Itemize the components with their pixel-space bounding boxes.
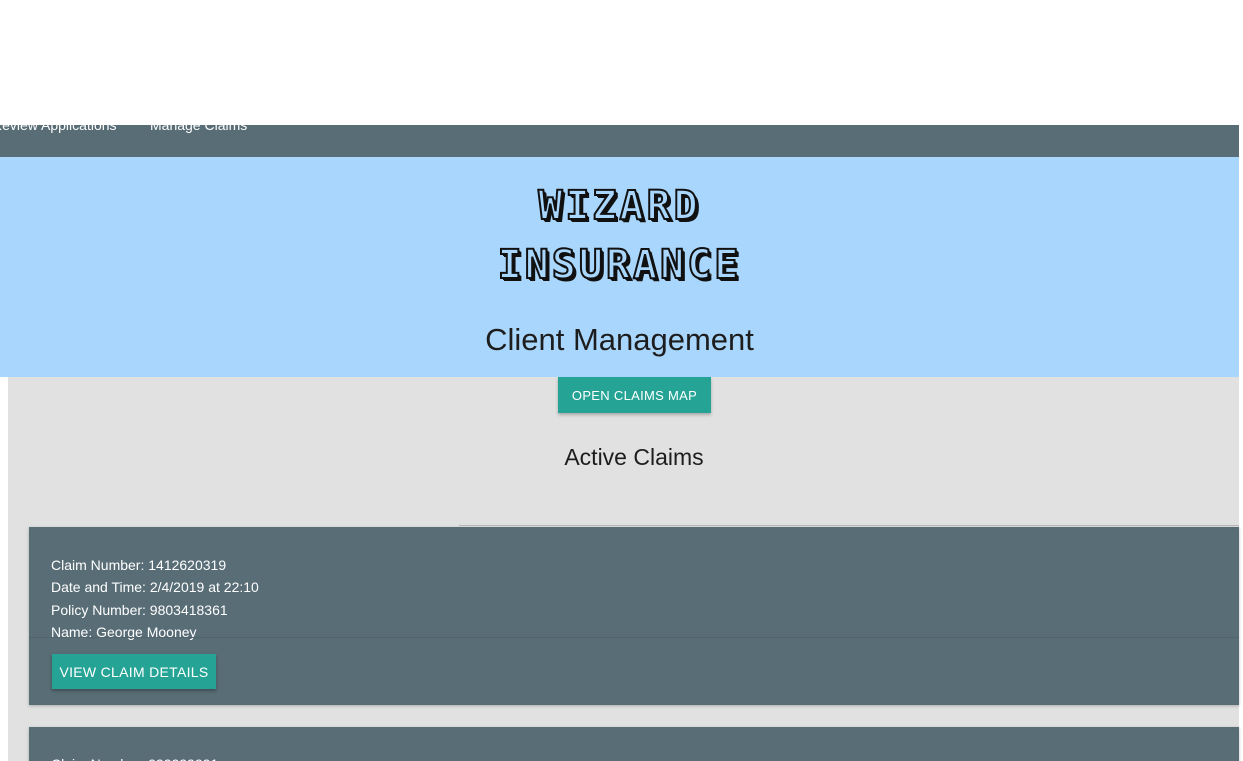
- claim-card: Claim Number: 1412620319 Date and Time: …: [29, 527, 1239, 705]
- logo-text-wizard: WIZARD: [537, 182, 701, 230]
- active-claims-heading: Active Claims: [564, 444, 704, 470]
- claim-number: Claim Number: 999999991: [51, 753, 218, 761]
- hero-banner: WIZARD INSURANCE Client Management: [0, 157, 1239, 377]
- claim-date-time: Date and Time: 2/4/2019 at 22:10: [51, 579, 259, 596]
- main-content: OPEN CLAIMS MAP Active Claims Claim Numb…: [8, 377, 1239, 761]
- nav-manage-claims[interactable]: Manage Claims: [150, 117, 247, 133]
- card-divider: [29, 637, 1239, 638]
- nav-review-applications[interactable]: Review Applications: [0, 117, 117, 133]
- page-title: Client Management: [485, 322, 754, 357]
- claim-info: Claim Number: 1412620319 Date and Time: …: [51, 554, 259, 643]
- claim-card: Claim Number: 999999991: [29, 727, 1239, 761]
- claim-policy-number: Policy Number: 9803418361: [51, 601, 228, 618]
- top-nav-bar: Review Applications Manage Claims: [0, 117, 1239, 157]
- logo-text-insurance: INSURANCE: [497, 241, 742, 289]
- view-claim-details-button[interactable]: VIEW CLAIM DETAILS: [52, 654, 216, 689]
- claim-info: Claim Number: 999999991: [51, 753, 218, 761]
- claim-client-name: Name: George Mooney: [51, 623, 197, 640]
- open-claims-map-button[interactable]: OPEN CLAIMS MAP: [558, 377, 711, 413]
- section-divider: [459, 525, 1239, 526]
- app-window: Review Applications Manage Claims WIZARD…: [0, 0, 1243, 761]
- claim-number: Claim Number: 1412620319: [51, 557, 227, 573]
